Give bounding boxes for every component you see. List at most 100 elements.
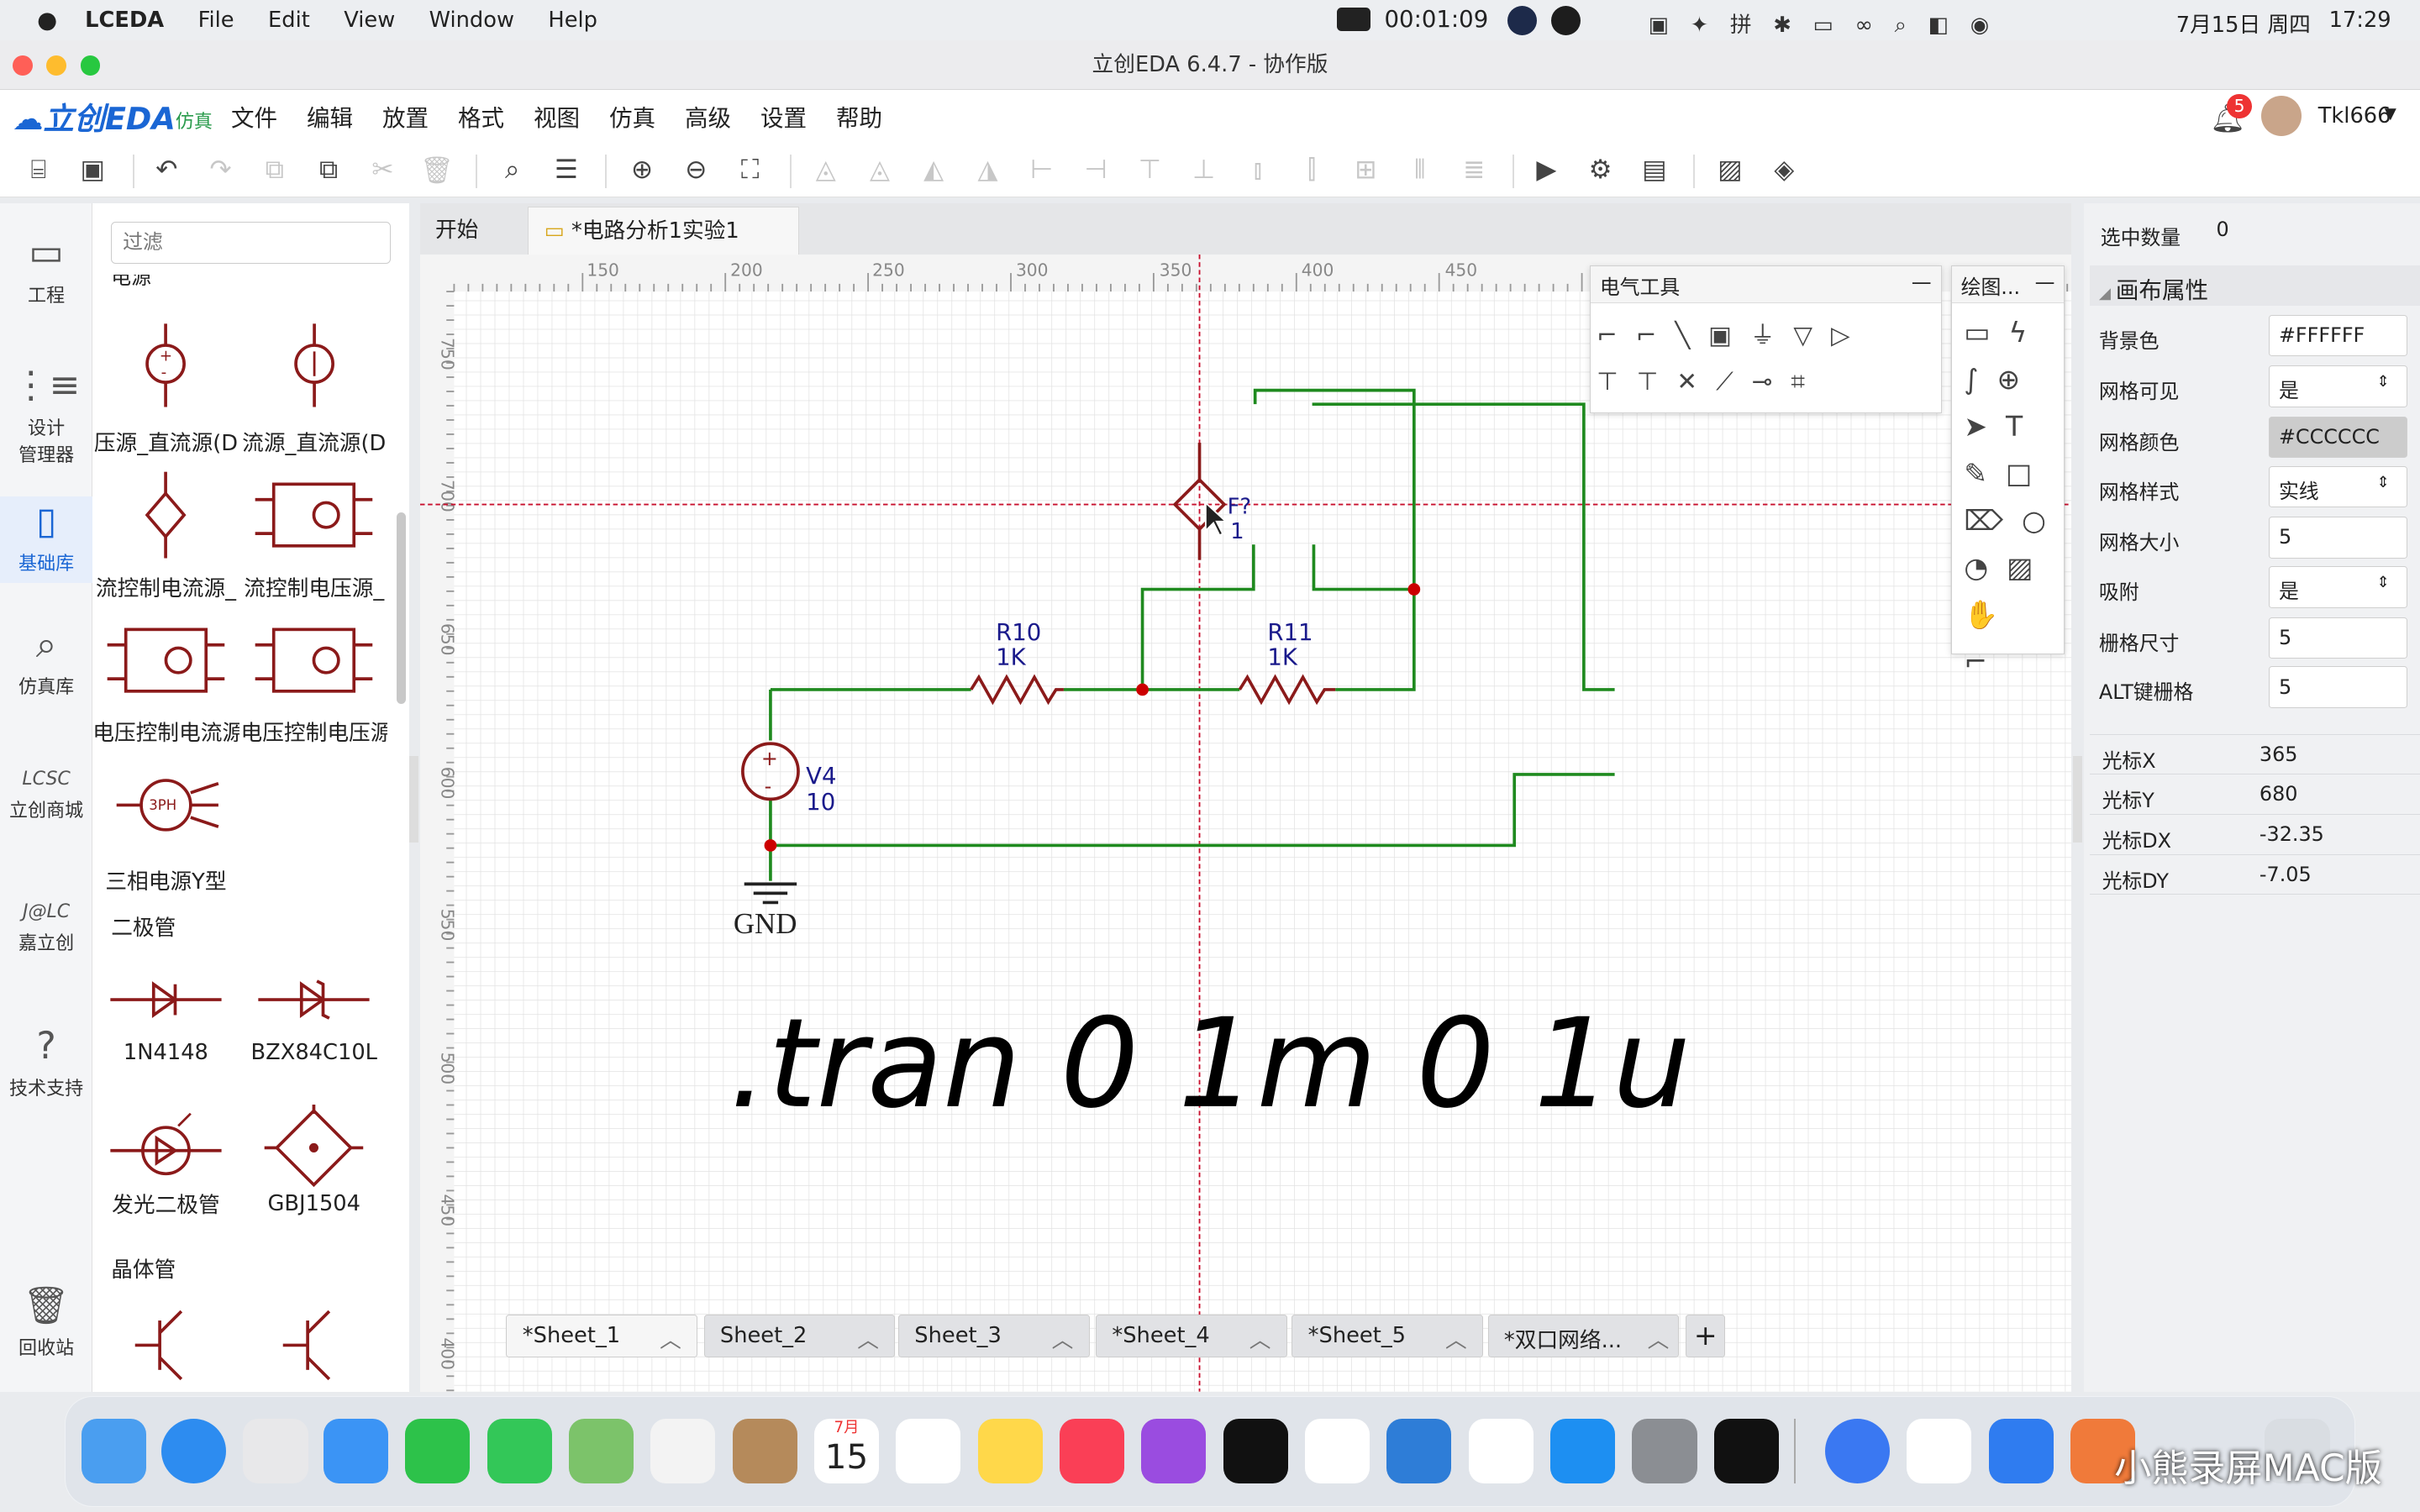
sheet-tab-6[interactable]: *双口网络... ︿	[1487, 1314, 1680, 1358]
align-hcenter-icon[interactable]: ⫿	[1297, 155, 1328, 186]
chevron-up-icon[interactable]: ︿	[1052, 1323, 1074, 1354]
contacts-icon[interactable]	[732, 1418, 797, 1484]
sim-directive[interactable]: .tran 0 1m 0 1u	[729, 992, 1691, 1136]
wire-icon[interactable]: ⌐	[1597, 321, 1636, 349]
prop-snap-size-input[interactable]: 5	[2268, 617, 2408, 659]
menu-place-cn[interactable]: 放置	[382, 99, 429, 133]
lib-item[interactable]: + - 压源_直流源(D	[92, 318, 239, 457]
undo-icon[interactable]: ↶	[151, 155, 182, 186]
stop-icon[interactable]	[1550, 6, 1581, 36]
polygon-icon[interactable]: ⌦	[1964, 504, 2022, 537]
bezier-icon[interactable]: ∫	[1964, 363, 1996, 396]
menu-file[interactable]: File	[198, 8, 234, 33]
menu-help-cn[interactable]: 帮助	[836, 99, 882, 133]
safari-icon[interactable]	[161, 1418, 227, 1484]
maps-icon[interactable]	[568, 1418, 634, 1484]
system-prefs-icon[interactable]	[1632, 1418, 1697, 1484]
feishu-icon[interactable]	[1824, 1418, 1891, 1484]
rotate-right-icon[interactable]: ◬	[865, 155, 896, 186]
chevron-up-icon[interactable]: ︿	[1648, 1323, 1670, 1354]
apple-icon[interactable]: ●	[37, 7, 57, 34]
menu-window[interactable]: Window	[429, 8, 514, 33]
align-left-icon[interactable]: ⊢	[1026, 155, 1057, 186]
delete-icon[interactable]: 🗑︎	[420, 155, 454, 186]
layers-icon[interactable]: ◈	[1769, 155, 1800, 186]
export-image-icon[interactable]: ▨	[1715, 155, 1746, 186]
align-bottom-icon[interactable]: ⊥	[1188, 155, 1219, 186]
netlabel-icon[interactable]: ▣	[1708, 321, 1750, 349]
nav-trash[interactable]: 🗑︎ 回收站	[0, 1284, 92, 1360]
redo-icon[interactable]: ↷	[205, 155, 236, 186]
filter-input[interactable]	[111, 222, 391, 265]
chevron-up-icon[interactable]: ︿	[1445, 1323, 1467, 1354]
run-sim-icon[interactable]: ▶	[1531, 155, 1562, 186]
distribute-v-icon[interactable]: ≣	[1459, 155, 1490, 186]
align-vcenter-icon[interactable]: ⫾	[1243, 155, 1274, 186]
menu-settings-cn[interactable]: 设置	[760, 99, 807, 133]
lib-item[interactable]: 发光二极管	[92, 1110, 239, 1219]
minimize-window-button[interactable]	[46, 55, 66, 76]
messages-icon[interactable]	[487, 1418, 552, 1484]
lib-item[interactable]: 电压控制电流源	[92, 614, 239, 747]
prop-bgcolor-input[interactable]: #FFFFFF	[2268, 314, 2408, 357]
lib-item[interactable]: GBJ1504	[241, 1105, 387, 1216]
lib-item[interactable]: 电压控制电压源	[241, 614, 387, 747]
minimize-icon[interactable]: —	[1912, 270, 1932, 294]
sheet-tab-1[interactable]: *Sheet_1 ︿	[506, 1314, 698, 1358]
image-frame-icon[interactable]: ▭	[1964, 316, 2008, 349]
menu-edit[interactable]: Edit	[268, 8, 310, 33]
schematic-canvas[interactable]: 150 200 250 300 350 400 450 750 700 650 …	[419, 255, 2071, 1392]
rotate-left-icon[interactable]: ◬	[810, 155, 841, 186]
find-list-icon[interactable]: ☰	[551, 155, 582, 186]
align-grid-icon[interactable]: ⊞	[1350, 155, 1381, 186]
prop-alt-snap-input[interactable]: 5	[2268, 666, 2408, 709]
add-sheet-button[interactable]: +	[1685, 1314, 1726, 1358]
pages-icon[interactable]	[1468, 1418, 1534, 1484]
finder-icon[interactable]	[81, 1418, 146, 1484]
zoom-window-button[interactable]	[80, 55, 101, 76]
group-icon[interactable]: ⌗	[1791, 367, 1823, 396]
save-icon[interactable]: ▣	[77, 155, 108, 186]
tab-document[interactable]: ▭ *电路分析1实验1	[528, 207, 800, 255]
lib-item[interactable]: 1N4148	[92, 963, 239, 1065]
menu-view[interactable]: View	[344, 8, 395, 33]
calendar-icon[interactable]: 7月 15	[813, 1418, 880, 1484]
pycharm-icon[interactable]	[1713, 1418, 1779, 1484]
menu-format-cn[interactable]: 格式	[458, 99, 504, 133]
netlist-icon[interactable]: ▤	[1639, 155, 1670, 186]
menu-view-cn[interactable]: 视图	[534, 99, 580, 133]
prop-grid-size-input[interactable]: 5	[2268, 517, 2408, 559]
menu-help[interactable]: Help	[548, 8, 597, 33]
collapse-right-handle[interactable]	[2072, 755, 2082, 843]
pencil-icon[interactable]: ✎	[1964, 457, 2006, 490]
tab-start[interactable]: 开始	[420, 207, 494, 255]
arrow-icon[interactable]: ➤	[1964, 410, 2006, 443]
open-folder-icon[interactable]: ⌸	[24, 155, 55, 186]
fit-view-icon[interactable]: ⛶	[734, 155, 765, 186]
appletv-icon[interactable]	[1223, 1418, 1288, 1484]
nav-jlc[interactable]: J@LC 嘉立创	[0, 901, 92, 955]
facetime-icon[interactable]	[405, 1418, 471, 1484]
canvas-props-header[interactable]: ◢ 画布属性	[2089, 265, 2420, 306]
nav-design-manager[interactable]: ⋮≡ 设计 管理器	[0, 364, 92, 466]
sheet-tab-3[interactable]: Sheet_3 ︿	[897, 1314, 1090, 1358]
appstore-icon[interactable]	[1550, 1418, 1616, 1484]
align-right-icon[interactable]: ⊣	[1081, 155, 1112, 186]
cut-icon[interactable]: ✂	[367, 155, 398, 186]
sheet-tab-2[interactable]: Sheet_2 ︿	[703, 1314, 896, 1358]
chevron-up-icon[interactable]: ︿	[660, 1323, 681, 1354]
line-icon[interactable]: ╲	[1675, 321, 1708, 349]
no-connect-icon[interactable]: ✕	[1676, 367, 1716, 396]
lib-item[interactable]: 3PH 三相电源Y型	[92, 762, 239, 895]
search-icon[interactable]: ⌕	[497, 155, 528, 186]
numbers-icon[interactable]	[1305, 1418, 1370, 1484]
app-menu[interactable]: LCEDA	[85, 8, 164, 33]
vcc-icon[interactable]: ⊤	[1597, 367, 1637, 396]
copy-icon[interactable]: ⧉	[260, 155, 291, 186]
photos-icon[interactable]	[650, 1418, 716, 1484]
lib-item[interactable]: 流源_直流源(D	[241, 318, 387, 457]
lib-item[interactable]	[241, 1302, 387, 1392]
collapse-left-handle[interactable]	[408, 755, 418, 843]
ground-icon[interactable]: ⏚	[1750, 321, 1793, 349]
keynote-icon[interactable]	[1386, 1418, 1452, 1484]
